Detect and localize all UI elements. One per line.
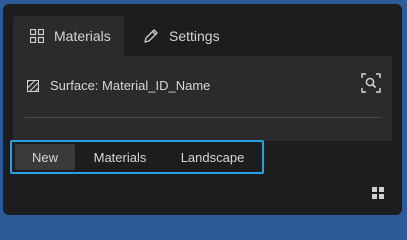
pencil-icon	[143, 28, 159, 44]
surface-row: Surface: Material_ID_Name	[27, 78, 210, 93]
search-scan-icon	[361, 72, 381, 98]
hatched-swatch-icon	[27, 79, 39, 92]
tab-landscape[interactable]: Landscape	[165, 144, 260, 170]
grid-view-icon[interactable]	[372, 187, 384, 199]
grid-cell	[372, 194, 377, 199]
tab-library-materials-label: Materials	[93, 149, 147, 165]
tab-settings-label: Settings	[169, 28, 220, 44]
search-scan-button[interactable]	[360, 72, 382, 98]
grid-icon	[30, 29, 44, 43]
grid-cell	[379, 194, 384, 199]
grid-cell	[379, 187, 384, 192]
library-tabs: New Materials Landscape	[10, 140, 264, 174]
panel-tabs: Materials Settings	[3, 4, 402, 62]
tab-new-label: New	[31, 149, 58, 165]
tab-landscape-label: Landscape	[180, 149, 245, 165]
surface-section: Surface: Material_ID_Name	[13, 56, 392, 141]
tab-settings[interactable]: Settings	[143, 16, 220, 56]
tab-materials[interactable]: Materials	[13, 16, 124, 56]
tab-new[interactable]: New	[15, 144, 75, 170]
grid-cell	[372, 187, 377, 192]
tab-library-materials[interactable]: Materials	[75, 144, 165, 170]
materials-panel: Materials Settings Surface: Material_ID_…	[3, 4, 402, 215]
tab-materials-label: Materials	[54, 28, 111, 44]
surface-label: Surface: Material_ID_Name	[50, 78, 211, 93]
divider	[25, 117, 382, 118]
